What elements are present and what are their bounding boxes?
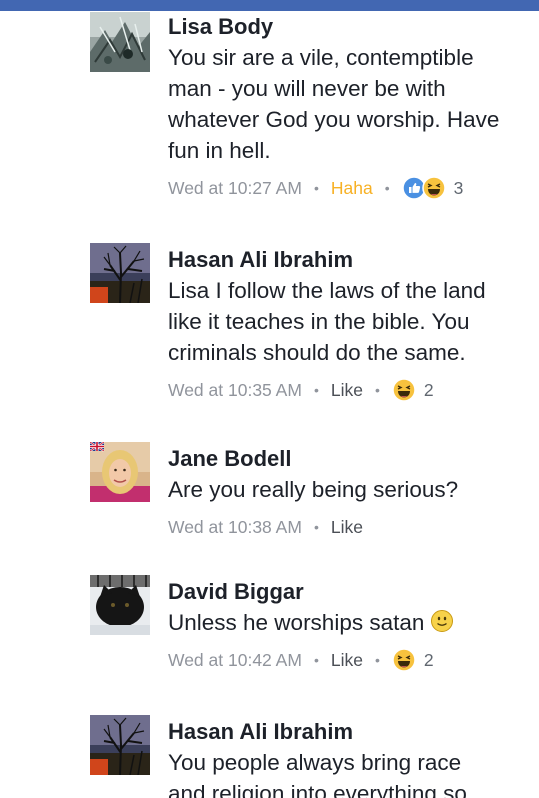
smiley-icon [431, 610, 454, 632]
like-button[interactable]: Like [331, 380, 363, 401]
haha-reaction-button[interactable]: Haha [331, 178, 373, 199]
comment-text: Unless he worships satan [168, 607, 529, 638]
like-button[interactable]: Like [331, 650, 363, 671]
top-navigation-bar [0, 0, 539, 11]
comment-meta: Wed at 10:42 AM • Like • 2 [168, 647, 529, 673]
avatar-image-portrait [90, 442, 150, 502]
comment-author[interactable]: Hasan Ali Ibrahim [168, 717, 529, 747]
comment-author[interactable]: Jane Bodell [168, 444, 529, 474]
reaction-summary[interactable]: 2 [392, 378, 434, 402]
reaction-count: 3 [453, 177, 464, 198]
avatar-image-black-cat [90, 575, 150, 635]
comment-timestamp[interactable]: Wed at 10:42 AM [168, 650, 302, 671]
avatar[interactable] [90, 442, 150, 502]
reaction-count: 2 [423, 379, 434, 400]
separator: • [374, 382, 380, 398]
avatar[interactable] [90, 575, 150, 635]
comment-timestamp[interactable]: Wed at 10:27 AM [168, 178, 302, 199]
reaction-summary[interactable]: 2 [392, 648, 434, 672]
avatar[interactable] [90, 243, 150, 303]
comment-timestamp[interactable]: Wed at 10:38 AM [168, 517, 302, 538]
separator: • [384, 180, 390, 196]
haha-icon [421, 176, 446, 200]
avatar[interactable] [90, 12, 150, 72]
avatar-image-glass [90, 12, 150, 72]
comment-author[interactable]: David Biggar [168, 577, 529, 607]
comment-text: Are you really being serious? [168, 477, 459, 502]
separator: • [313, 519, 319, 535]
comment-text: You people always bring race and religio… [168, 750, 467, 798]
reaction-summary[interactable]: 3 [401, 176, 464, 200]
comment-author[interactable]: Hasan Ali Ibrahim [168, 245, 529, 275]
union-flag-icon [90, 442, 105, 452]
separator: • [313, 180, 319, 196]
comment-meta: Wed at 10:38 AM • Like [168, 514, 529, 540]
avatar-image-tree-sunset [90, 715, 150, 775]
haha-icon [392, 378, 416, 402]
avatar-image-tree-sunset [90, 243, 150, 303]
comment-timestamp[interactable]: Wed at 10:35 AM [168, 380, 302, 401]
comment-text: You sir are a vile, contemptible man - y… [168, 45, 500, 163]
haha-icon [392, 648, 416, 672]
like-button[interactable]: Like [331, 517, 363, 538]
separator: • [374, 652, 380, 668]
comment-text: Lisa I follow the laws of the land like … [168, 278, 486, 365]
comment-meta: Wed at 10:35 AM • Like • 2 [168, 377, 529, 403]
comment-meta: Wed at 10:27 AM • Haha • 3 [168, 175, 529, 201]
reaction-count: 2 [423, 649, 434, 670]
separator: • [313, 382, 319, 398]
separator: • [313, 652, 319, 668]
comment-author[interactable]: Lisa Body [168, 12, 529, 42]
avatar[interactable] [90, 715, 150, 775]
